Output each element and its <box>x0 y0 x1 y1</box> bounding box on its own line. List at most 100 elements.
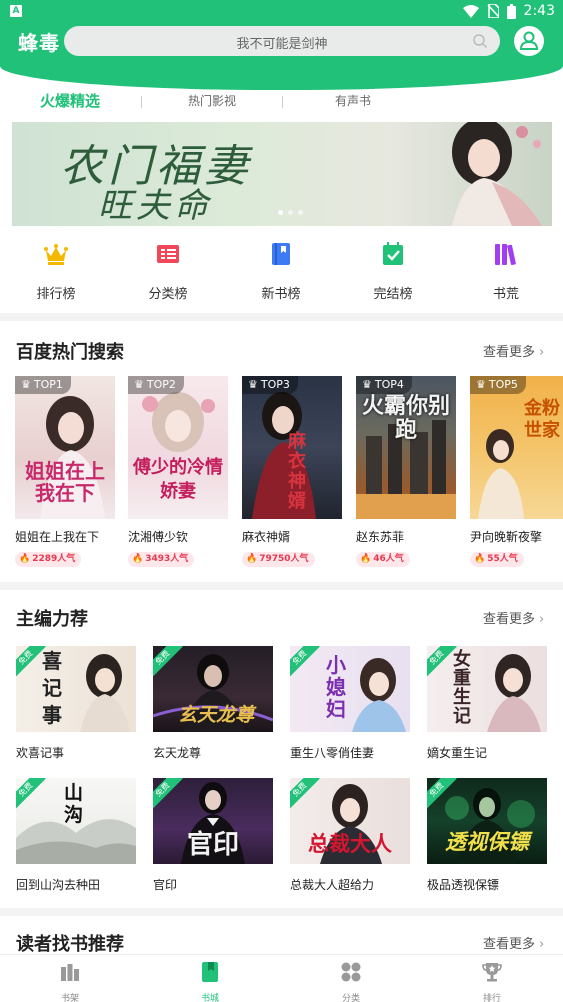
book-cover: 山沟 免费 <box>16 778 136 864</box>
shortcut-book-shortage[interactable]: 书荒 <box>466 240 546 302</box>
status-time: 2:43 <box>523 3 555 19</box>
hot-search-more-link[interactable]: 查看更多 › <box>483 341 544 360</box>
tab-divider <box>282 96 283 108</box>
fire-icon: 🔥 <box>360 554 372 564</box>
tab-hot-tv[interactable]: 热门影视 <box>188 92 236 109</box>
book-cover: 傅少的冷情娇妻 ♛ TOP2 <box>128 376 228 519</box>
shortcut-label: 书荒 <box>492 287 519 302</box>
book-cover: 喜记事 免费 <box>16 646 136 732</box>
cover-title: 喜记事 <box>42 649 62 727</box>
cover-title: 总裁大人 <box>308 831 392 856</box>
book-cover: 玄天龙尊 免费 <box>153 646 273 732</box>
popularity-badge: 🔥 55人气 <box>470 552 524 567</box>
promo-banner[interactable]: 农门福妻 旺夫命 <box>12 122 552 226</box>
cover-illustration <box>487 654 541 732</box>
pagination-dot[interactable] <box>278 210 283 215</box>
cover-title: 小媳妇 <box>326 653 346 721</box>
nav-ranking[interactable]: 排行 <box>457 961 527 1002</box>
cover-title: 女重生记 <box>453 649 471 727</box>
book-title: 官印 <box>153 878 178 892</box>
shortcut-ranking[interactable]: 排行榜 <box>16 240 96 302</box>
popularity-count: 3493人气 <box>145 554 189 564</box>
book-cover: 透视保镖 免费 <box>427 778 547 864</box>
book-title: 尹向晚靳夜擎 <box>470 530 543 544</box>
cover-title: 山沟 <box>64 782 84 826</box>
book-cover: 总裁大人 免费 <box>290 778 410 864</box>
section-separator <box>0 908 563 916</box>
reader-recommend-more-link[interactable]: 查看更多 › <box>483 933 544 952</box>
shortcut-new-books[interactable]: 新书榜 <box>241 240 321 302</box>
banner-pagination <box>278 210 303 215</box>
rank-badge: ♛ TOP5 <box>470 376 526 394</box>
fire-icon: 🔥 <box>474 554 486 564</box>
nav-bookshelf[interactable]: 书架 <box>35 961 105 1002</box>
rank-label: TOP3 <box>260 378 290 391</box>
tab-divider <box>141 96 142 108</box>
user-avatar-button[interactable] <box>514 26 544 56</box>
book-cover: 火霸你别跑 ♛ TOP4 <box>356 376 456 519</box>
tab-audiobooks[interactable]: 有声书 <box>335 92 371 109</box>
cover-title: 官印 <box>186 830 239 860</box>
hot-search-title: 百度热门搜索 <box>16 342 124 363</box>
book-title: 赵东苏菲 <box>356 530 405 544</box>
book-title: 回到山沟去种田 <box>16 878 101 892</box>
rank-badge: ♛ TOP1 <box>15 376 71 394</box>
editor-picks-title: 主编力荐 <box>16 609 88 630</box>
book-title: 麻衣神婿 <box>242 530 291 544</box>
user-icon <box>520 31 538 50</box>
rank-label: TOP5 <box>488 378 518 391</box>
section-separator <box>0 313 563 321</box>
nav-category[interactable]: 分类 <box>316 961 386 1002</box>
book-title: 嫡女重生记 <box>427 746 488 760</box>
trophy-icon <box>482 963 502 982</box>
nav-label: 分类 <box>341 994 360 1002</box>
shortcut-completed[interactable]: 完结榜 <box>353 240 433 302</box>
cover-title: 火霸你别跑 <box>361 393 450 443</box>
book-title: 沈湘傅少钦 <box>128 530 189 544</box>
pagination-dot[interactable] <box>298 210 303 215</box>
cover-title: 金粉世家 <box>524 398 560 441</box>
popularity-count: 46人气 <box>373 554 404 564</box>
chevron-right-icon: › <box>539 345 545 360</box>
book-cover: 官印 免费 <box>153 778 273 864</box>
book-title: 重生八零俏佳妻 <box>290 746 375 760</box>
nav-bookstore[interactable]: 书城 <box>175 961 245 1002</box>
search-input[interactable]: 我不可能是剑神 <box>64 26 500 56</box>
category-shortcuts: 排行榜 分类榜 新书榜 完结榜 书荒 <box>0 240 563 302</box>
category-icon <box>341 962 361 982</box>
book-cover: 姐姐在上我在下 ♛ TOP1 <box>15 376 115 519</box>
cover-illustration <box>80 654 130 732</box>
popularity-badge: 🔥 2289人气 <box>15 552 82 567</box>
shortcut-category-ranking[interactable]: 分类榜 <box>128 240 208 302</box>
shortcut-label: 完结榜 <box>373 287 413 302</box>
book-cover: 女重生记 免费 <box>427 646 547 732</box>
books-icon <box>495 244 516 266</box>
crown-icon: ♛ <box>476 378 486 391</box>
book-cover: 麻衣神婿 ♛ TOP3 <box>242 376 342 519</box>
book-title: 欢喜记事 <box>16 746 65 760</box>
wifi-icon <box>462 4 479 18</box>
editor-picks-more-link[interactable]: 查看更多 › <box>483 608 544 627</box>
calendar-check-icon <box>383 242 403 265</box>
cover-title: 姐姐在上我在下 <box>25 459 105 505</box>
nav-label: 书城 <box>200 994 219 1002</box>
popularity-count: 2289人气 <box>32 554 76 564</box>
cover-title: 透视保镖 <box>445 829 529 854</box>
rank-label: TOP4 <box>374 378 404 391</box>
app-logo: 蜂毒 <box>18 31 60 55</box>
list-icon <box>157 245 179 263</box>
pagination-dot[interactable] <box>288 210 293 215</box>
tab-hot-picks[interactable]: 火爆精选 <box>40 90 100 111</box>
app-header: A 2:43 蜂毒 我不可能是剑神 <box>0 0 563 90</box>
fire-icon: 🔥 <box>132 554 144 564</box>
more-label: 查看更多 <box>483 937 536 952</box>
book-title: 极品透视保镖 <box>427 878 500 892</box>
bookstore-icon <box>202 962 218 982</box>
book-title: 玄天龙尊 <box>153 746 202 760</box>
fire-icon: 🔥 <box>246 554 258 564</box>
rank-label: TOP1 <box>33 378 63 391</box>
battery-icon <box>506 3 516 19</box>
popularity-badge: 🔥 79750人气 <box>242 552 315 567</box>
banner-illustration <box>452 122 542 226</box>
rank-label: TOP2 <box>146 378 176 391</box>
